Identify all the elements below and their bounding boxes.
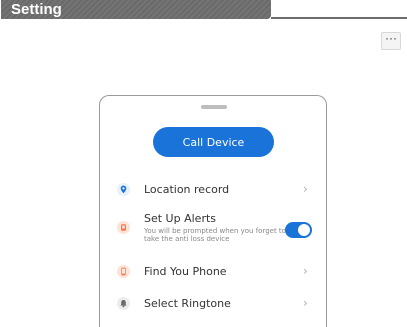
set-up-alerts-label: Set Up Alerts [144, 212, 217, 225]
list-item-select-ringtone[interactable]: Select Ringtone › [100, 294, 326, 314]
set-up-alerts-description: You will be prompted when you forget to … [144, 227, 286, 243]
location-pin-icon [117, 183, 130, 196]
more-icon: ··· [385, 31, 397, 45]
location-record-label: Location record [144, 183, 230, 196]
page-title: Setting [11, 1, 62, 18]
list-item-find-you-phone[interactable]: Find You Phone › [100, 262, 326, 282]
alert-device-icon [117, 221, 130, 234]
chevron-right-icon: › [303, 264, 308, 278]
chevron-right-icon: › [303, 296, 308, 310]
more-options-button[interactable]: ··· [381, 32, 401, 50]
sheet-handle[interactable] [201, 105, 227, 109]
phone-icon [117, 265, 130, 278]
header-rule [271, 17, 407, 19]
alerts-toggle[interactable] [285, 222, 312, 238]
list-item-set-up-alerts: Set Up Alerts You will be prompted when … [100, 212, 326, 250]
list-item-location-record[interactable]: Location record › [100, 180, 326, 200]
phone-screen: Call Device Location record › Set Up Ale… [99, 95, 327, 327]
call-device-button[interactable]: Call Device [153, 127, 274, 157]
find-you-phone-label: Find You Phone [144, 265, 227, 278]
toggle-knob [298, 224, 310, 236]
header-tab: Setting [1, 0, 271, 19]
chevron-right-icon: › [303, 182, 308, 196]
bell-icon [117, 297, 130, 310]
select-ringtone-label: Select Ringtone [144, 297, 231, 310]
